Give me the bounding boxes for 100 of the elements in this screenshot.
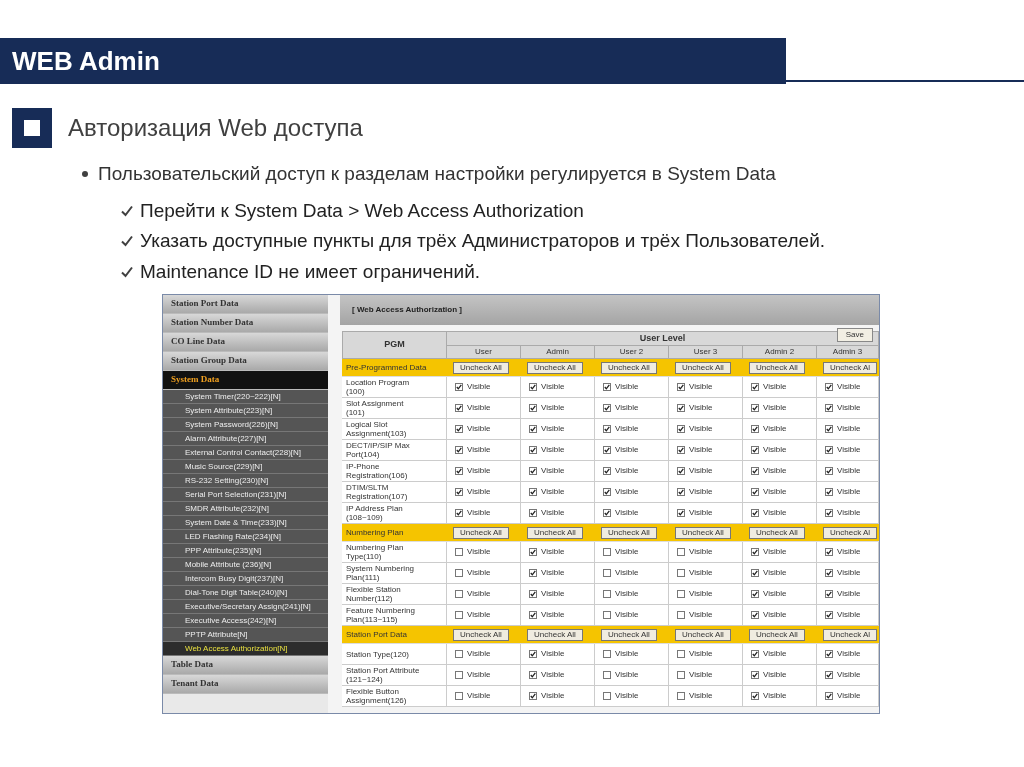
uncheck-all-button[interactable]: Uncheck Al	[823, 526, 878, 539]
checkbox[interactable]	[825, 671, 833, 679]
checkbox[interactable]	[825, 425, 833, 433]
uncheck-all-button[interactable]: Uncheck All	[527, 361, 583, 374]
checkbox[interactable]	[529, 692, 537, 700]
checkbox[interactable]	[603, 590, 611, 598]
checkbox[interactable]	[825, 509, 833, 517]
sidebar-item[interactable]: Serial Port Selection(231)[N]	[163, 488, 328, 502]
checkbox[interactable]	[529, 425, 537, 433]
checkbox[interactable]	[455, 467, 463, 475]
checkbox[interactable]	[603, 446, 611, 454]
checkbox[interactable]	[825, 404, 833, 412]
sidebar-item[interactable]: Music Source(229)[N]	[163, 460, 328, 474]
checkbox[interactable]	[455, 650, 463, 658]
uncheck-all-button[interactable]: Uncheck All	[527, 526, 583, 539]
checkbox[interactable]	[455, 569, 463, 577]
checkbox[interactable]	[825, 569, 833, 577]
uncheck-all-button[interactable]: Uncheck All	[749, 526, 805, 539]
uncheck-all-button[interactable]: Uncheck All	[601, 526, 657, 539]
checkbox[interactable]	[751, 446, 759, 454]
checkbox[interactable]	[603, 569, 611, 577]
checkbox[interactable]	[529, 383, 537, 391]
checkbox[interactable]	[751, 650, 759, 658]
sidebar-item[interactable]: System Date & Time(233)[N]	[163, 516, 328, 530]
checkbox[interactable]	[677, 383, 685, 391]
checkbox[interactable]	[603, 692, 611, 700]
checkbox[interactable]	[529, 446, 537, 454]
checkbox[interactable]	[751, 548, 759, 556]
sidebar-item[interactable]: PPTP Attribute[N]	[163, 628, 328, 642]
checkbox[interactable]	[825, 383, 833, 391]
checkbox[interactable]	[603, 548, 611, 556]
checkbox[interactable]	[529, 509, 537, 517]
checkbox[interactable]	[825, 650, 833, 658]
sidebar-item[interactable]: Web Access Authorization[N]	[163, 642, 328, 656]
checkbox[interactable]	[455, 425, 463, 433]
checkbox[interactable]	[529, 611, 537, 619]
checkbox[interactable]	[677, 569, 685, 577]
uncheck-all-button[interactable]: Uncheck All	[675, 526, 731, 539]
sidebar-section[interactable]: Tenant Data	[163, 675, 328, 694]
sidebar-item[interactable]: External Control Contact(228)[N]	[163, 446, 328, 460]
sidebar-section[interactable]: System Data	[163, 371, 328, 390]
sidebar-item[interactable]: RS-232 Setting(230)[N]	[163, 474, 328, 488]
checkbox[interactable]	[677, 446, 685, 454]
uncheck-all-button[interactable]: Uncheck All	[601, 361, 657, 374]
checkbox[interactable]	[455, 590, 463, 598]
checkbox[interactable]	[825, 590, 833, 598]
checkbox[interactable]	[603, 509, 611, 517]
checkbox[interactable]	[455, 611, 463, 619]
checkbox[interactable]	[751, 383, 759, 391]
sidebar-item[interactable]: Alarm Attribute(227)[N]	[163, 432, 328, 446]
uncheck-all-button[interactable]: Uncheck All	[675, 361, 731, 374]
checkbox[interactable]	[825, 488, 833, 496]
uncheck-all-button[interactable]: Uncheck All	[527, 628, 583, 641]
checkbox[interactable]	[677, 467, 685, 475]
checkbox[interactable]	[751, 404, 759, 412]
sidebar-item[interactable]: Mobile Attribute (236)[N]	[163, 558, 328, 572]
sidebar-item[interactable]: Intercom Busy Digit(237)[N]	[163, 572, 328, 586]
checkbox[interactable]	[455, 404, 463, 412]
checkbox[interactable]	[455, 488, 463, 496]
checkbox[interactable]	[529, 650, 537, 658]
sidebar-section[interactable]: Station Port Data	[163, 295, 328, 314]
checkbox[interactable]	[529, 590, 537, 598]
checkbox[interactable]	[603, 404, 611, 412]
sidebar-item[interactable]: System Attribute(223)[N]	[163, 404, 328, 418]
sidebar-item[interactable]: System Password(226)[N]	[163, 418, 328, 432]
checkbox[interactable]	[677, 650, 685, 658]
checkbox[interactable]	[455, 671, 463, 679]
checkbox[interactable]	[529, 404, 537, 412]
checkbox[interactable]	[529, 488, 537, 496]
checkbox[interactable]	[825, 611, 833, 619]
checkbox[interactable]	[677, 404, 685, 412]
sidebar-section[interactable]: CO Line Data	[163, 333, 328, 352]
sidebar-item[interactable]: Executive Access(242)[N]	[163, 614, 328, 628]
uncheck-all-button[interactable]: Uncheck All	[749, 361, 805, 374]
checkbox[interactable]	[751, 692, 759, 700]
checkbox[interactable]	[677, 509, 685, 517]
checkbox[interactable]	[825, 548, 833, 556]
checkbox[interactable]	[455, 548, 463, 556]
checkbox[interactable]	[455, 692, 463, 700]
checkbox[interactable]	[751, 425, 759, 433]
checkbox[interactable]	[751, 671, 759, 679]
checkbox[interactable]	[677, 692, 685, 700]
checkbox[interactable]	[603, 383, 611, 391]
uncheck-all-button[interactable]: Uncheck Al	[823, 361, 878, 374]
checkbox[interactable]	[603, 650, 611, 658]
checkbox[interactable]	[677, 611, 685, 619]
checkbox[interactable]	[529, 467, 537, 475]
checkbox[interactable]	[603, 611, 611, 619]
checkbox[interactable]	[825, 692, 833, 700]
sidebar-section[interactable]: Table Data	[163, 656, 328, 675]
uncheck-all-button[interactable]: Uncheck All	[453, 526, 509, 539]
checkbox[interactable]	[529, 548, 537, 556]
uncheck-all-button[interactable]: Uncheck All	[601, 628, 657, 641]
checkbox[interactable]	[603, 467, 611, 475]
sidebar-section[interactable]: Station Number Data	[163, 314, 328, 333]
checkbox[interactable]	[677, 488, 685, 496]
sidebar-item[interactable]: LED Flashing Rate(234)[N]	[163, 530, 328, 544]
checkbox[interactable]	[751, 509, 759, 517]
uncheck-all-button[interactable]: Uncheck Al	[823, 628, 878, 641]
uncheck-all-button[interactable]: Uncheck All	[453, 628, 509, 641]
